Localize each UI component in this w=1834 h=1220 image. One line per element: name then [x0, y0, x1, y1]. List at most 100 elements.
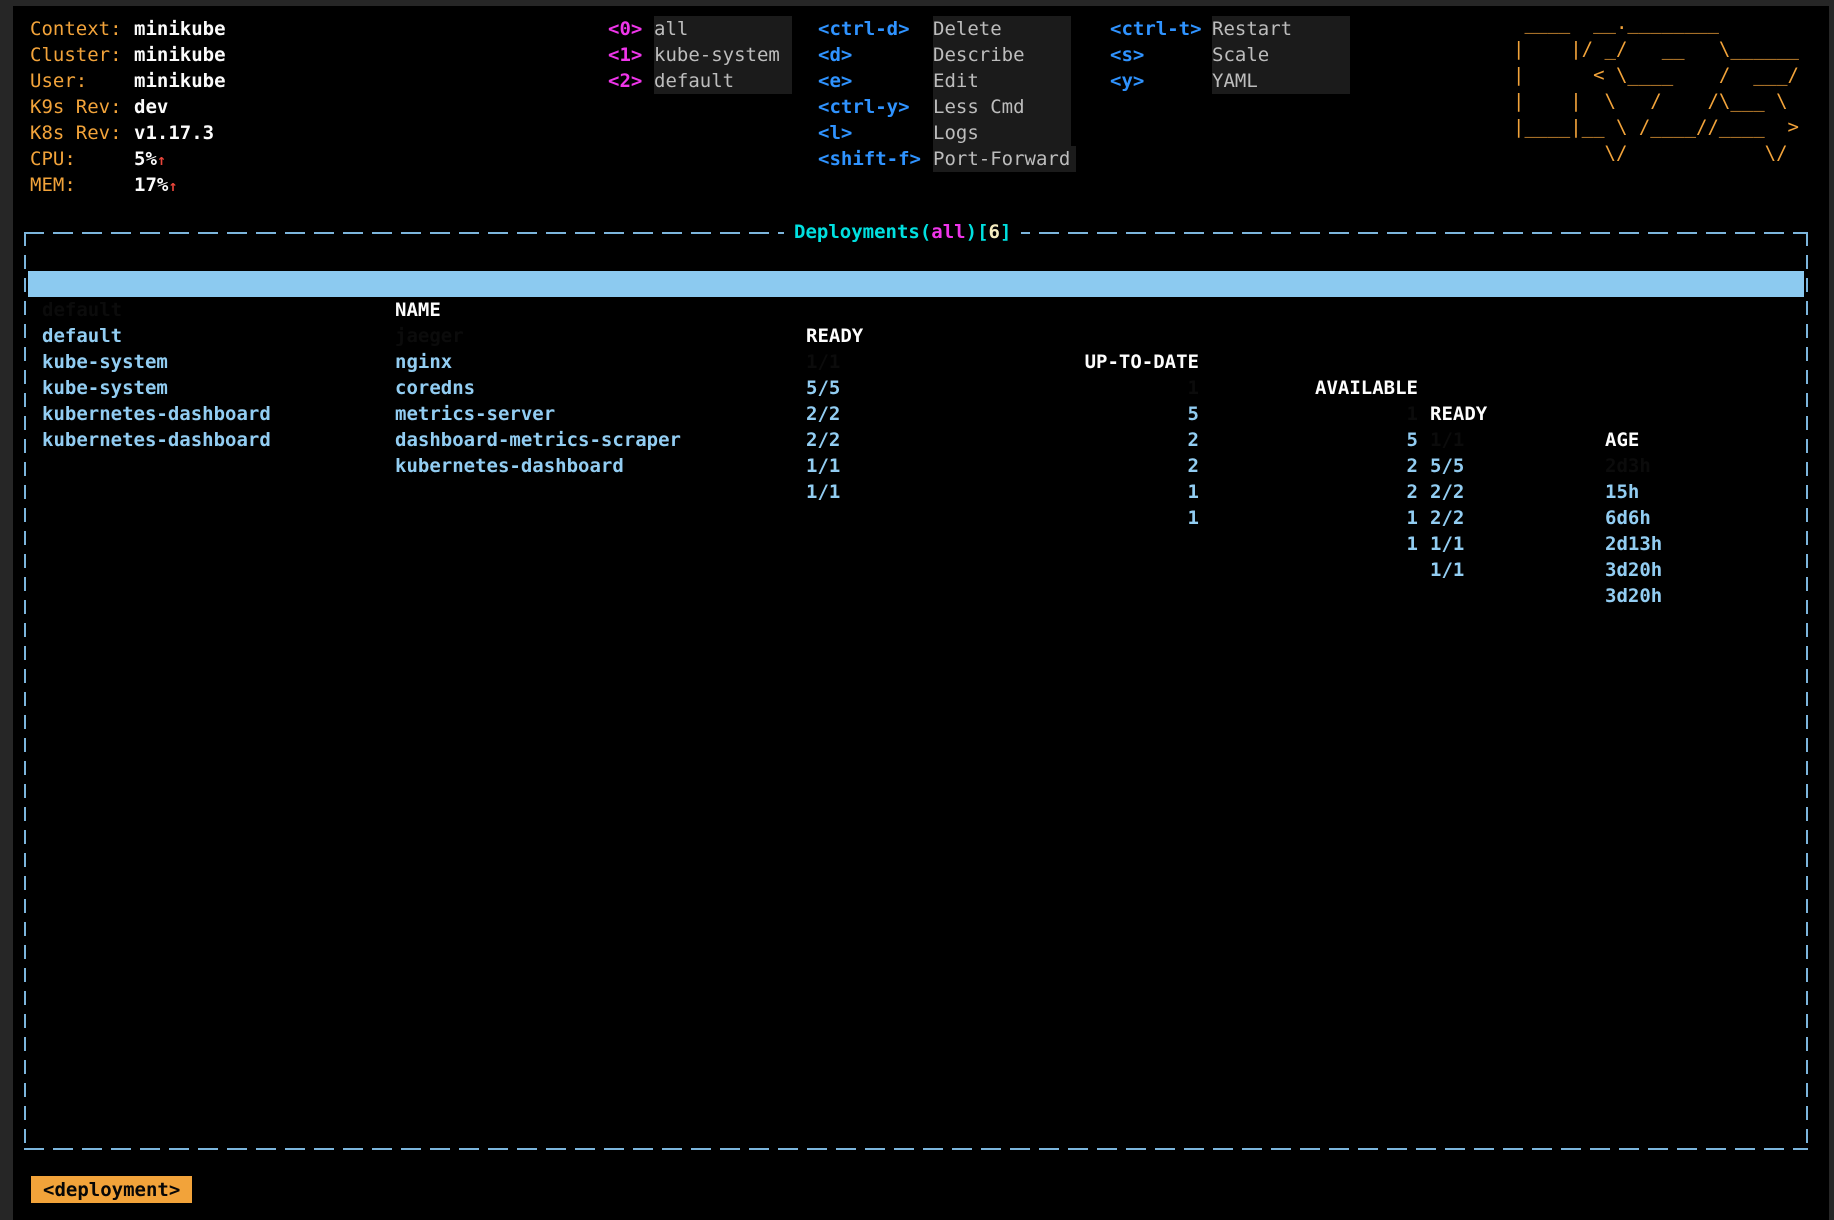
cell-available: 1 — [1407, 505, 1418, 531]
cell-available: 2 — [1407, 479, 1418, 505]
hotkey-describe[interactable]: <d>Describe — [818, 42, 1076, 68]
cell-available: 5 — [1407, 427, 1418, 453]
title-bracket: [ — [977, 221, 988, 243]
info-label: User: — [30, 68, 134, 94]
shortcut-key: <l> — [818, 120, 933, 146]
info-k8s-rev: K8s Rev:v1.17.3 — [30, 120, 226, 146]
shortcut-key: <1> — [608, 42, 654, 68]
namespace-item-kube-system[interactable]: <1>kube-system — [608, 42, 792, 68]
namespace-label: default — [654, 68, 792, 94]
shortcut-key: <2> — [608, 68, 654, 94]
logo-line: | < \____ / ___/ — [1513, 62, 1799, 88]
cell-ready2: 1/1 — [1430, 557, 1464, 583]
info-label: MEM: — [30, 172, 134, 198]
cell-age: 3d20h — [1605, 557, 1662, 583]
namespace-menu: <0>all <1>kube-system <2>default — [608, 16, 792, 94]
info-value: 17% — [134, 174, 168, 196]
logo-line: | | \ / /\___ \ — [1513, 88, 1799, 114]
hotkey-label: Edit — [933, 68, 1071, 94]
cell-ready: 2/2 — [806, 427, 840, 453]
namespace-label: kube-system — [654, 42, 792, 68]
cell-namespace: kubernetes-dashboard — [42, 427, 271, 453]
window-edge-top — [0, 0, 1834, 6]
hotkey-port-forward[interactable]: <shift-f>Port-Forward — [818, 146, 1076, 172]
info-value: minikube — [134, 70, 226, 92]
cell-ready2: 2/2 — [1430, 479, 1464, 505]
hotkey-label: Port-Forward — [933, 146, 1076, 172]
cell-up-to-date: 1 — [1188, 479, 1199, 505]
shortcut-key: <ctrl-d> — [818, 16, 933, 42]
info-value: minikube — [134, 44, 226, 66]
namespace-label: all — [654, 16, 792, 42]
hotkey-scale[interactable]: <s>Scale — [1110, 42, 1350, 68]
info-context: Context:minikube — [30, 16, 226, 42]
cell-age: 15h — [1605, 479, 1639, 505]
cell-ready2: 2/2 — [1430, 505, 1464, 531]
table-row[interactable]: default jaeger 1/1 1 1 1/1 2d3h — [28, 271, 1804, 297]
cell-age: 6d6h — [1605, 505, 1651, 531]
hotkey-yaml[interactable]: <y>YAML — [1110, 68, 1350, 94]
hotkey-label: Restart — [1212, 16, 1350, 42]
info-label: K9s Rev: — [30, 94, 134, 120]
hotkey-restart[interactable]: <ctrl-t>Restart — [1110, 16, 1350, 42]
hotkey-menu-secondary: <ctrl-t>Restart <s>Scale <y>YAML — [1110, 16, 1350, 94]
title-paren: ) — [966, 221, 977, 243]
cell-age: 3d20h — [1605, 583, 1662, 609]
cell-up-to-date: 2 — [1188, 453, 1199, 479]
cell-ready: 1/1 — [806, 479, 840, 505]
breadcrumb-resource-badge: <deployment> — [31, 1176, 192, 1203]
info-value: minikube — [134, 18, 226, 40]
hotkey-menu-primary: <ctrl-d>Delete <d>Describe <e>Edit <ctrl… — [818, 16, 1076, 172]
deployments-table: Deployments(all)[6] NAMESPACE↑ NAME READ… — [24, 232, 1808, 1150]
cell-name: dashboard-metrics-scraper — [395, 427, 681, 453]
column-header-age[interactable]: AGE — [1605, 427, 1639, 453]
k9s-logo: ____ __.________ | |/ _/ __ \______ | < … — [1513, 10, 1799, 166]
cluster-info-panel: Context:minikube Cluster:minikube User:m… — [30, 16, 226, 198]
table-row[interactable]: kube-system metrics-server 2/2 2 2 2/2 2… — [28, 349, 1804, 375]
info-k9s-rev: K9s Rev:dev — [30, 94, 226, 120]
logo-line: ____ __.________ — [1513, 10, 1799, 36]
hotkey-label: Describe — [933, 42, 1071, 68]
cpu-trend-up-icon: ↑ — [157, 151, 166, 169]
table-row[interactable]: kube-system coredns 2/2 2 2 2/2 6d6h — [28, 323, 1804, 349]
shortcut-key: <d> — [818, 42, 933, 68]
window-edge-left — [0, 0, 13, 1220]
hotkey-edit[interactable]: <e>Edit — [818, 68, 1076, 94]
cell-ready: 1/1 — [806, 453, 840, 479]
cell-age: 2d13h — [1605, 531, 1662, 557]
shortcut-key: <ctrl-t> — [1110, 16, 1212, 42]
info-user: User:minikube — [30, 68, 226, 94]
hotkey-less-cmd[interactable]: <ctrl-y>Less Cmd — [818, 94, 1076, 120]
title-paren: ( — [920, 221, 931, 243]
hotkey-label: YAML — [1212, 68, 1350, 94]
shortcut-key: <0> — [608, 16, 654, 42]
cell-age: 2d3h — [1605, 453, 1651, 479]
title-bracket: ] — [1000, 221, 1011, 243]
info-cluster: Cluster:minikube — [30, 42, 226, 68]
title-resource: Deployments — [794, 221, 920, 243]
hotkey-delete[interactable]: <ctrl-d>Delete — [818, 16, 1076, 42]
table-row[interactable]: kubernetes-dashboard dashboard-metrics-s… — [28, 375, 1804, 401]
hotkey-logs[interactable]: <l>Logs — [818, 120, 1076, 146]
table-header-row: NAMESPACE↑ NAME READY UP-TO-DATE AVAILAB… — [28, 245, 1804, 271]
hotkey-label: Delete — [933, 16, 1071, 42]
info-label: CPU: — [30, 146, 134, 172]
logo-line: | |/ _/ __ \______ — [1513, 36, 1799, 62]
hotkey-label: Scale — [1212, 42, 1350, 68]
namespace-item-default[interactable]: <2>default — [608, 68, 792, 94]
info-mem: MEM:17%↑ — [30, 172, 226, 198]
title-count: 6 — [989, 221, 1000, 243]
table-border-right — [1806, 232, 1808, 1150]
info-label: Cluster: — [30, 42, 134, 68]
shortcut-key: <ctrl-y> — [818, 94, 933, 120]
table-row[interactable]: default nginx 5/5 5 5 5/5 15h — [28, 297, 1804, 323]
namespace-item-all[interactable]: <0>all — [608, 16, 792, 42]
logo-line: \/ \/ — [1513, 140, 1799, 166]
cell-available: 1 — [1407, 531, 1418, 557]
info-value: v1.17.3 — [134, 122, 214, 144]
info-label: K8s Rev: — [30, 120, 134, 146]
cell-ready2: 1/1 — [1430, 531, 1464, 557]
info-value: dev — [134, 96, 168, 118]
table-row[interactable]: kubernetes-dashboard kubernetes-dashboar… — [28, 401, 1804, 427]
hotkey-label: Less Cmd — [933, 94, 1071, 120]
